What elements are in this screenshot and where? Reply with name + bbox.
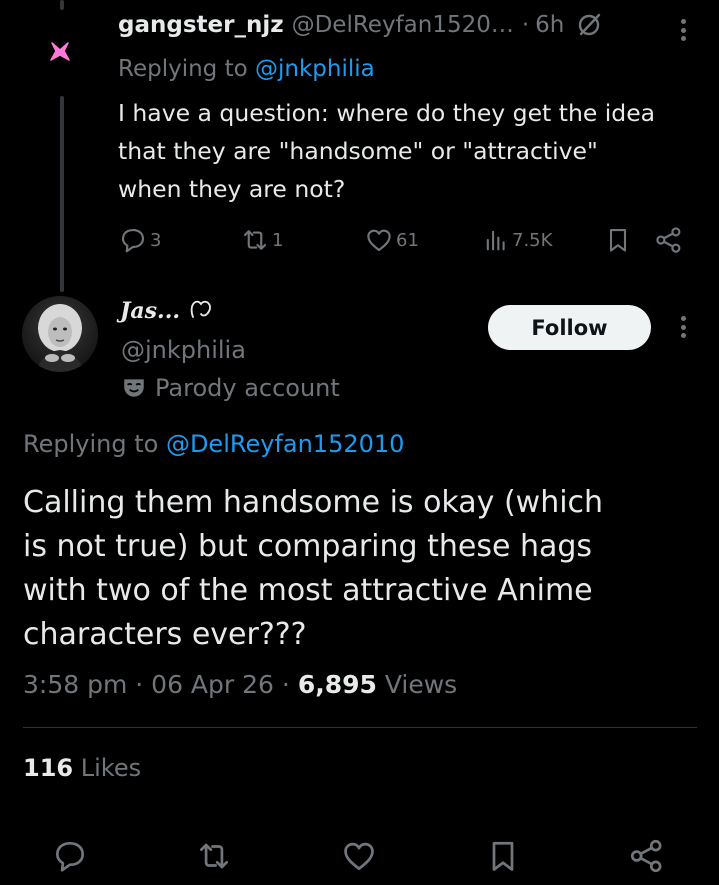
views-label: Views: [384, 670, 458, 699]
reply-icon: [121, 228, 145, 253]
reply-text-line: that they are "handsome" or "attractive": [118, 137, 598, 165]
meta-separator: ·: [135, 670, 144, 699]
reply-views-button[interactable]: 7.5K: [482, 224, 552, 256]
reply-share-button[interactable]: [654, 224, 684, 256]
reply-display-name[interactable]: gangster_njz: [118, 12, 284, 38]
bookmark-icon: [609, 229, 627, 252]
grok-icon[interactable]: [576, 12, 602, 38]
theater-mask-icon: [124, 379, 144, 397]
tweet-meta: 3:58 pm · 06 Apr 26 · 6,895 Views: [23, 670, 457, 699]
likes-label: Likes: [80, 754, 142, 782]
reply-replying-handle[interactable]: @jnkphilia: [255, 56, 375, 82]
divider: [23, 727, 697, 728]
views-count: 7.5K: [512, 229, 553, 251]
bottom-share-button[interactable]: [627, 836, 667, 876]
views-icon: [486, 230, 505, 251]
follow-button[interactable]: Follow: [488, 305, 651, 350]
reply-more-icon[interactable]: [678, 19, 688, 41]
reply-text-line: when they are not?: [118, 175, 346, 203]
bottom-repost-button[interactable]: [194, 836, 234, 876]
share-icon: [656, 227, 681, 253]
main-text-line: Calling them handsome is okay (which: [23, 485, 604, 520]
main-display-name[interactable]: Jas...: [120, 298, 215, 324]
parody-label[interactable]: Parody account: [121, 374, 340, 402]
bottom-bookmark-button[interactable]: [483, 836, 523, 876]
main-text-line: characters ever???: [23, 617, 307, 652]
main-replying-to: Replying to @DelReyfan152010: [23, 430, 404, 458]
main-text: Calling them handsome is okay (which is …: [23, 481, 703, 657]
reply-reply-button[interactable]: 3: [118, 224, 161, 256]
reply-header: gangster_njz @DelReyfan1520… · 6h: [118, 12, 602, 38]
thread-line-bottom: [60, 96, 64, 292]
repost-icon: [243, 230, 267, 250]
like-icon: [367, 229, 391, 252]
main-replying-handle[interactable]: @DelReyfan152010: [166, 430, 404, 458]
main-text-line: is not true) but comparing these hags: [23, 529, 593, 564]
main-handle[interactable]: @jnkphilia: [121, 336, 246, 364]
like-count: 61: [396, 229, 419, 251]
parody-label-text: Parody account: [155, 374, 340, 402]
bottom-reply-button[interactable]: [50, 836, 90, 876]
reply-repost-button[interactable]: 1: [240, 224, 283, 256]
reply-text: I have a question: where do they get the…: [118, 94, 698, 208]
reply-avatar[interactable]: [38, 30, 82, 74]
views-total: 6,895: [297, 670, 377, 699]
reply-icon: [55, 841, 85, 872]
meta-separator: ·: [281, 670, 290, 699]
bottom-like-button[interactable]: [339, 836, 379, 876]
bookmark-icon: [492, 841, 514, 871]
heart-outline-icon: [190, 300, 211, 318]
share-icon: [630, 839, 662, 873]
reply-text-line: I have a question: where do they get the…: [118, 99, 656, 127]
main-text-line: with two of the most attractive Anime: [23, 573, 593, 608]
reply-replying-prefix: Replying to: [118, 56, 248, 82]
main-replying-prefix: Replying to: [23, 430, 159, 458]
reply-time[interactable]: 6h: [535, 12, 564, 38]
tweet-date[interactable]: 06 Apr 26: [151, 670, 274, 699]
reply-count: 3: [150, 229, 162, 251]
reply-handle[interactable]: @DelReyfan1520…: [292, 12, 514, 38]
main-avatar[interactable]: [22, 296, 98, 372]
reply-replying-to: Replying to @jnkphilia: [118, 56, 375, 82]
main-display-name-text: Jas...: [120, 298, 181, 324]
likes-summary[interactable]: 116 Likes: [23, 754, 141, 782]
repost-icon: [199, 843, 229, 869]
reply-like-button[interactable]: 61: [364, 224, 419, 256]
like-icon: [344, 842, 374, 871]
likes-total: 116: [23, 754, 74, 782]
profile-photo-avatar: [22, 296, 98, 372]
main-more-icon[interactable]: [678, 316, 688, 338]
thread-line-top: [60, 0, 64, 10]
reply-bookmark-button[interactable]: [604, 224, 632, 256]
repost-count: 1: [272, 229, 284, 251]
tweet-time[interactable]: 3:58 pm: [23, 670, 127, 699]
pink-bunny-avatar: [50, 42, 70, 61]
reply-separator: ·: [521, 12, 530, 38]
